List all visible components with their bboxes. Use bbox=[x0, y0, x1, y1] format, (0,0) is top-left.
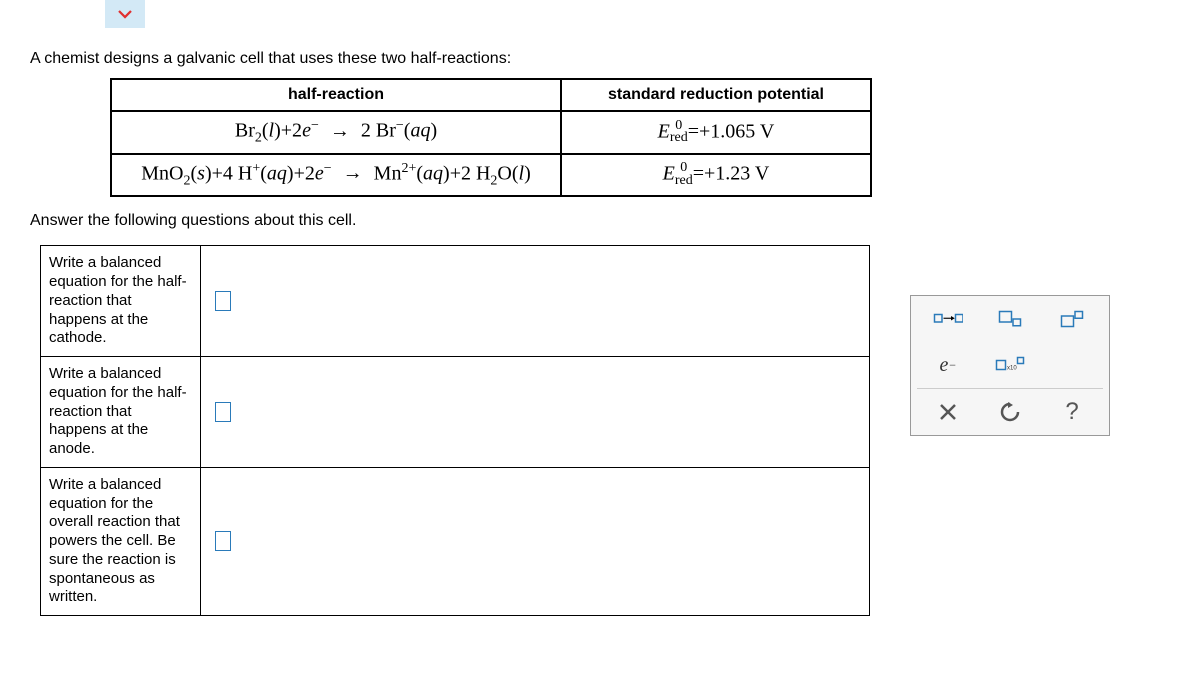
electron-button[interactable]: e− bbox=[928, 350, 968, 380]
superscript-icon bbox=[1057, 307, 1087, 331]
superscript-button[interactable] bbox=[1052, 304, 1092, 334]
state-subscript-icon bbox=[995, 307, 1025, 331]
input-overall[interactable] bbox=[215, 531, 231, 551]
header-potential: standard reduction potential bbox=[561, 79, 871, 111]
reset-button[interactable] bbox=[990, 397, 1030, 427]
reaction-arrow-icon bbox=[933, 307, 963, 331]
intro-text: A chemist designs a galvanic cell that u… bbox=[30, 50, 1170, 68]
answers-table: Write a balanced equation for the half-r… bbox=[40, 245, 870, 616]
input-cathode[interactable] bbox=[215, 291, 231, 311]
header-half-reaction: half-reaction bbox=[111, 79, 561, 111]
potential-row-1: E0red=+1.065 V bbox=[561, 111, 871, 154]
prompt-anode: Write a balanced equation for the half-r… bbox=[41, 357, 201, 468]
after-text: Answer the following questions about thi… bbox=[30, 212, 1170, 230]
sci-notation-button[interactable]: x10 bbox=[990, 350, 1030, 380]
chevron-down-icon bbox=[116, 5, 134, 23]
spacer bbox=[1052, 350, 1092, 380]
help-button[interactable]: ? bbox=[1052, 397, 1092, 427]
reaction-arrow-button[interactable] bbox=[928, 304, 968, 334]
reaction-row-1: Br2(l)+2e− → 2 Br−(aq) bbox=[111, 111, 561, 154]
field-cathode[interactable] bbox=[200, 246, 869, 357]
input-anode[interactable] bbox=[215, 402, 231, 422]
potential-row-2: E0red=+1.23 V bbox=[561, 154, 871, 197]
tool-panel: e− x10 ? bbox=[910, 295, 1110, 436]
reset-icon bbox=[995, 400, 1025, 424]
prompt-cathode: Write a balanced equation for the half-r… bbox=[41, 246, 201, 357]
field-anode[interactable] bbox=[200, 357, 869, 468]
half-reaction-table: half-reaction standard reduction potenti… bbox=[110, 78, 872, 197]
state-subscript-button[interactable] bbox=[990, 304, 1030, 334]
collapse-tab[interactable] bbox=[105, 0, 145, 28]
close-icon bbox=[933, 400, 963, 424]
field-overall[interactable] bbox=[200, 467, 869, 615]
close-button[interactable] bbox=[928, 397, 968, 427]
svg-text:x10: x10 bbox=[1007, 366, 1017, 372]
sci-notation-icon: x10 bbox=[995, 353, 1025, 377]
reaction-row-2: MnO2(s)+4 H+(aq)+2e− → Mn2+(aq)+2 H2O(l) bbox=[111, 154, 561, 197]
prompt-overall: Write a balanced equation for the overal… bbox=[41, 467, 201, 615]
